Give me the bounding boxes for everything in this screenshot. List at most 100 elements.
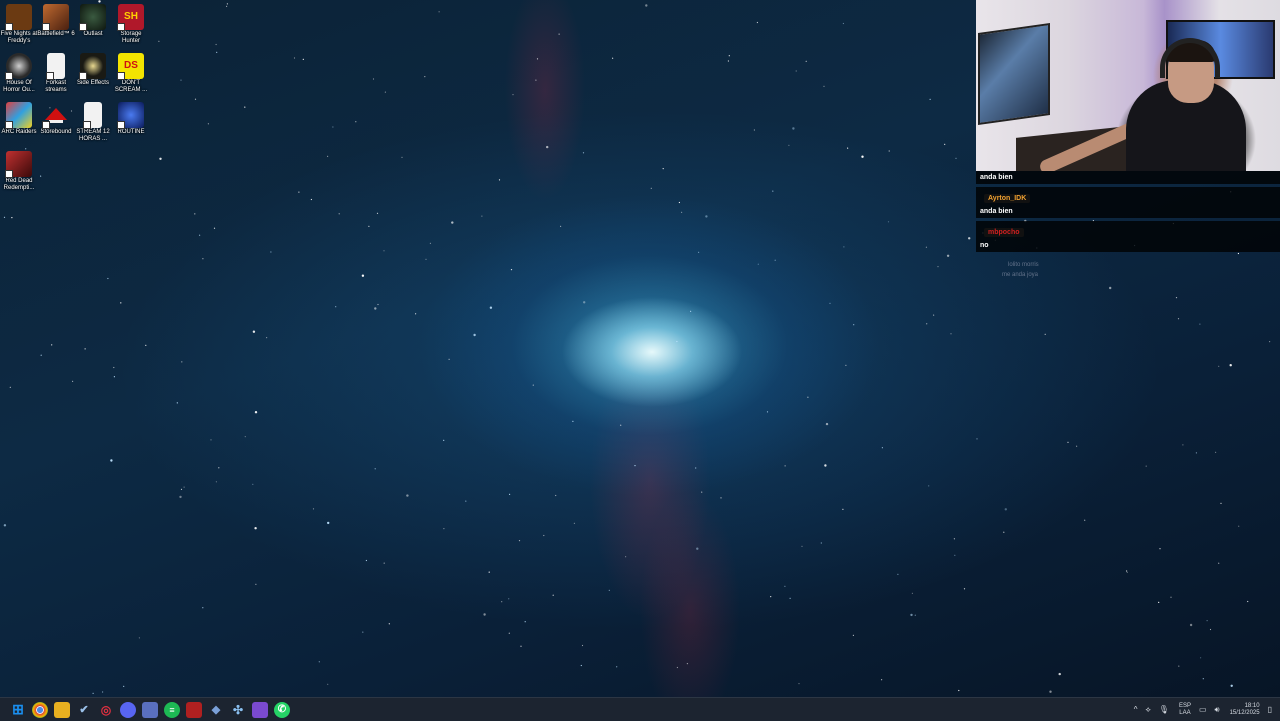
- network-app-icon[interactable]: ◆: [208, 702, 224, 718]
- desktop-icon-arc-raiders[interactable]: ARC Raiders: [0, 102, 38, 136]
- star: [788, 144, 790, 146]
- star: [218, 467, 220, 469]
- star: [888, 150, 890, 152]
- star: [199, 234, 201, 236]
- desktop-icon-label: Outlast: [83, 31, 103, 37]
- star: [897, 573, 899, 576]
- star: [696, 547, 699, 550]
- star: [929, 98, 931, 100]
- whatsapp-icon[interactable]: ✆: [274, 701, 290, 718]
- volume-icon[interactable]: 🔊︎: [1215, 705, 1220, 715]
- star: [1175, 297, 1178, 299]
- star: [535, 79, 537, 81]
- chat-username: lolito morris: [1008, 262, 1039, 268]
- star: [443, 439, 445, 441]
- side-effects-icon: [79, 53, 106, 80]
- star: [120, 302, 122, 304]
- start-button[interactable]: ⊞: [10, 701, 26, 718]
- star: [608, 589, 610, 592]
- star: [784, 585, 786, 587]
- input-language[interactable]: ESP LAA: [1179, 703, 1191, 717]
- star: [194, 98, 197, 100]
- star: [415, 313, 417, 315]
- star: [842, 508, 844, 510]
- star: [216, 51, 218, 54]
- star: [270, 251, 272, 253]
- desktop-icon-battlefield[interactable]: Battlefield™ 6: [37, 4, 75, 38]
- star: [377, 303, 379, 306]
- star: [910, 613, 913, 617]
- chrome-icon[interactable]: [32, 701, 48, 718]
- star: [766, 411, 769, 413]
- microphone-icon[interactable]: 🎙︎: [1159, 705, 1169, 714]
- desktop-icon-routine[interactable]: ROUTINE: [112, 102, 150, 136]
- star: [1084, 519, 1086, 521]
- desktop-icon-storage-hunter[interactable]: SH Storage Hunter: [112, 4, 150, 45]
- system-tray: ^ ⟡ 🎙︎ ESP LAA ▭ 🔊︎ 18:10 15/12/2025 ▯: [1126, 698, 1272, 721]
- star: [215, 481, 217, 483]
- star: [720, 497, 722, 499]
- star: [252, 483, 254, 485]
- star: [625, 556, 627, 558]
- star: [772, 190, 774, 192]
- chat-app-icon[interactable]: [142, 701, 158, 718]
- dont-scream-icon: DS: [117, 53, 144, 80]
- star: [792, 127, 795, 130]
- star: [443, 528, 445, 530]
- star: [318, 661, 320, 663]
- star: [194, 213, 196, 215]
- notifications-icon[interactable]: ▯: [1268, 705, 1272, 714]
- star: [406, 494, 409, 497]
- desktop-icon-storebound[interactable]: Storebound: [37, 102, 75, 136]
- star: [925, 246, 928, 248]
- opera-icon[interactable]: ◎: [98, 702, 114, 718]
- star: [210, 439, 212, 441]
- storage-hunter-icon: SH: [117, 4, 144, 31]
- twitch-icon[interactable]: [252, 701, 268, 718]
- star: [40, 175, 42, 177]
- star: [1158, 601, 1160, 604]
- star: [944, 143, 946, 145]
- steam-icon[interactable]: ✔: [76, 702, 92, 718]
- desktop-icon-fnaf[interactable]: Five Nights at Freddy's: [0, 4, 38, 45]
- spotify-icon[interactable]: ≡: [164, 701, 180, 718]
- star: [546, 145, 549, 149]
- star: [498, 179, 501, 181]
- desktop-icon-house-of-horror[interactable]: House Of Horror Ou...: [0, 53, 38, 94]
- network-icon[interactable]: ⟡: [1145, 705, 1150, 715]
- desktop-icon-outlast[interactable]: Outlast: [74, 4, 112, 38]
- star: [365, 559, 367, 562]
- star: [946, 254, 950, 257]
- chat-message-faded: lolito morris me anda joya: [976, 260, 1280, 280]
- star: [489, 306, 493, 309]
- desktop-icon-dont-scream[interactable]: DS DON'T SCREAM ...: [112, 53, 150, 94]
- desktop-icon-label: House Of Horror Ou...: [3, 80, 35, 93]
- star: [252, 330, 256, 333]
- storebound-icon: [42, 102, 69, 129]
- star: [123, 685, 125, 688]
- display-icon[interactable]: ▭: [1199, 705, 1207, 714]
- clock[interactable]: 18:10 15/12/2025: [1230, 703, 1260, 717]
- stream-chat: anda bien Ayrton_IDK anda bien mbpocho n…: [976, 171, 1280, 280]
- chat-message: anda bien: [976, 171, 1280, 184]
- ubisoft-icon[interactable]: ✣: [230, 702, 246, 718]
- star: [9, 386, 11, 388]
- star: [1126, 571, 1128, 573]
- desktop-icon-forkast[interactable]: Forkast streams: [37, 53, 75, 94]
- star: [202, 258, 204, 260]
- star: [620, 424, 622, 426]
- desktop-icon-side-effects[interactable]: Side Effects: [74, 53, 112, 87]
- desktop-icon-red-dead[interactable]: Red Dead Redempti...: [0, 151, 38, 192]
- star: [11, 217, 13, 219]
- news-app-icon[interactable]: [186, 701, 202, 718]
- desktop-icon-stream-12-horas[interactable]: STREAM 12 HORAS ...: [74, 102, 112, 143]
- show-hidden-icons-chevron-icon[interactable]: ^: [1134, 705, 1138, 714]
- star: [911, 592, 914, 595]
- star: [1238, 525, 1240, 527]
- discord-icon[interactable]: [120, 701, 136, 718]
- desktop-icon-label: ROUTINE: [117, 129, 145, 135]
- file-explorer-icon[interactable]: [54, 701, 70, 718]
- star: [756, 21, 759, 24]
- star: [798, 683, 800, 685]
- star: [558, 33, 560, 35]
